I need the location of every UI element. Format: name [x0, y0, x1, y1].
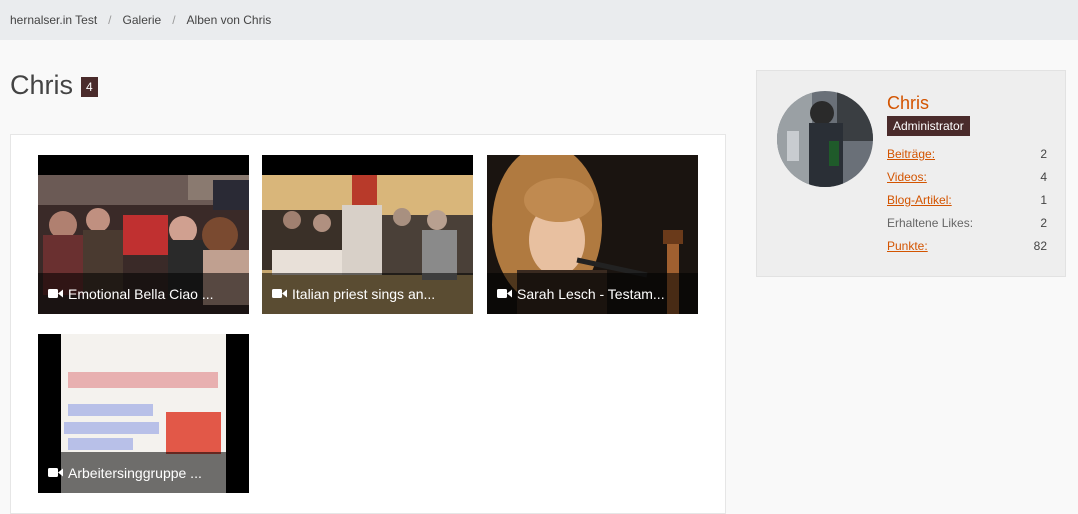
video-thumbnail[interactable]: Arbeitersinggruppe ... — [38, 334, 249, 493]
page-title: Chris 4 — [10, 70, 98, 101]
breadcrumb-separator: / — [108, 13, 112, 27]
video-caption: Italian priest sings an... — [262, 273, 473, 314]
video-camera-icon — [497, 289, 512, 298]
stat-value-blog-articles: 1 — [1040, 193, 1047, 207]
stat-label-blog-articles[interactable]: Blog-Artikel: — [887, 193, 952, 216]
stat-label-posts[interactable]: Beiträge: — [887, 147, 935, 170]
avatar[interactable] — [777, 91, 873, 187]
video-caption: Arbeitersinggruppe ... — [38, 452, 249, 493]
user-stats: Beiträge: 2 Videos: 4 Blog-Artikel: 1 Er… — [887, 147, 1047, 262]
stat-value-videos: 4 — [1040, 170, 1047, 184]
stat-row-blog-articles: Blog-Artikel: 1 — [887, 193, 1047, 216]
video-camera-icon — [272, 289, 287, 298]
video-camera-icon — [48, 289, 63, 298]
video-caption: Sarah Lesch - Testam... — [487, 273, 698, 314]
video-caption: Emotional Bella Ciao ... — [38, 273, 249, 314]
user-role-badge: Administrator — [887, 116, 970, 136]
breadcrumb-albums-link[interactable]: Alben von Chris — [187, 13, 272, 27]
stat-label-points[interactable]: Punkte: — [887, 239, 928, 262]
album-panel: Emotional Bella Ciao ... Italian priest … — [10, 134, 726, 514]
page-title-text: Chris — [10, 70, 74, 100]
video-title: Italian priest sings an... — [292, 285, 436, 302]
video-title: Sarah Lesch - Testam... — [517, 285, 665, 302]
video-title: Emotional Bella Ciao ... — [68, 285, 214, 302]
avatar-image — [777, 91, 873, 187]
stat-label-videos[interactable]: Videos: — [887, 170, 927, 193]
stat-row-posts: Beiträge: 2 — [887, 147, 1047, 170]
breadcrumb: hernalser.in Test / Galerie / Alben von Chri… — [10, 13, 271, 27]
user-name-link[interactable]: Chris — [887, 93, 929, 114]
breadcrumb-bar: hernalser.in Test / Galerie / Alben von Chri… — [0, 0, 1078, 40]
video-camera-icon — [48, 468, 63, 477]
breadcrumb-gallery-link[interactable]: Galerie — [123, 13, 162, 27]
breadcrumb-home-link[interactable]: hernalser.in Test — [10, 13, 97, 27]
album-count-badge: 4 — [81, 76, 98, 97]
stat-value-likes: 2 — [1040, 216, 1047, 230]
stat-row-points: Punkte: 82 — [887, 239, 1047, 262]
stat-value-points: 82 — [1033, 239, 1047, 253]
video-thumbnail[interactable]: Sarah Lesch - Testam... — [487, 155, 698, 314]
stat-row-videos: Videos: 4 — [887, 170, 1047, 193]
video-title: Arbeitersinggruppe ... — [68, 464, 202, 481]
user-profile-card: Chris Administrator Beiträge: 2 Videos: … — [756, 70, 1066, 277]
stat-value-posts: 2 — [1040, 147, 1047, 161]
video-thumbnail[interactable]: Italian priest sings an... — [262, 155, 473, 314]
video-thumbnail[interactable]: Emotional Bella Ciao ... — [38, 155, 249, 314]
stat-row-likes: Erhaltene Likes: 2 — [887, 216, 1047, 239]
stat-label-likes: Erhaltene Likes: — [887, 216, 974, 230]
breadcrumb-separator: / — [172, 13, 176, 27]
